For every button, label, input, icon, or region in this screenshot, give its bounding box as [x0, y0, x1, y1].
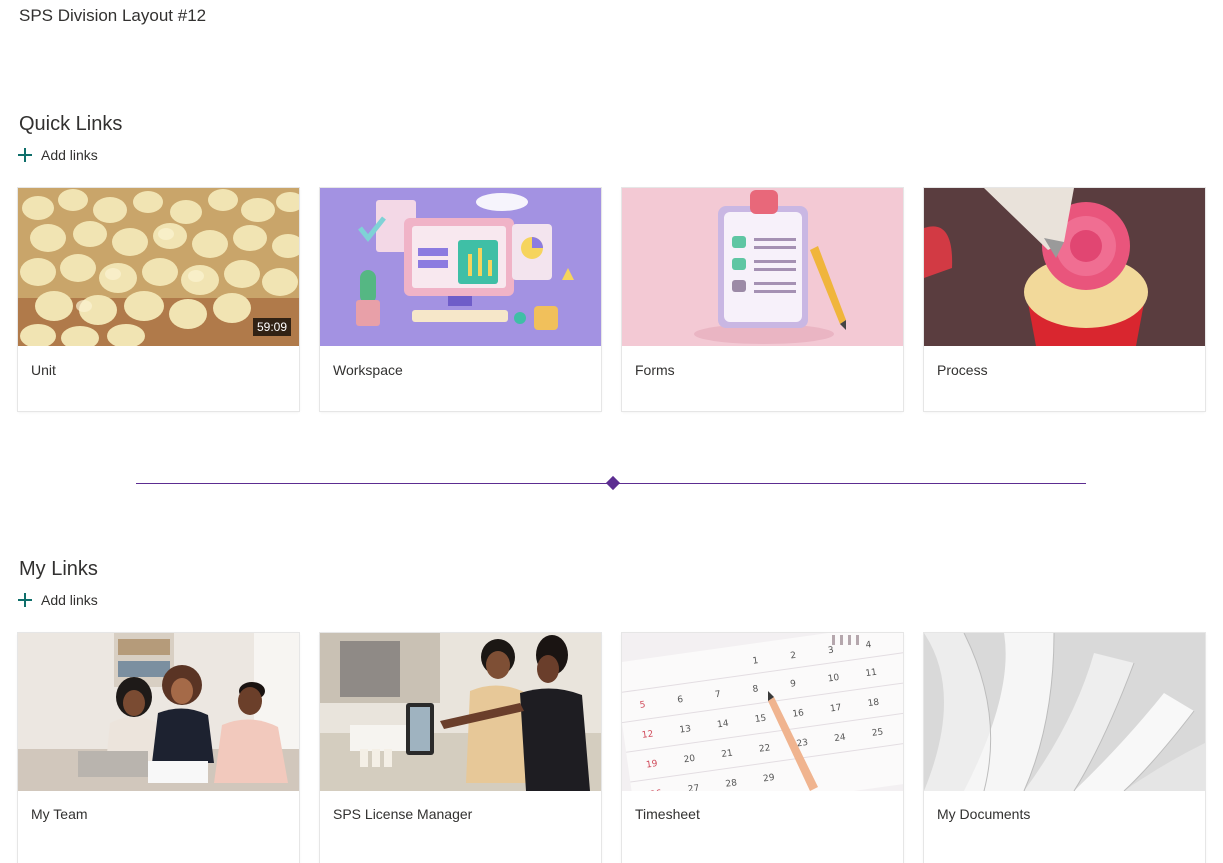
card-title: My Team	[31, 806, 88, 822]
forms-thumbnail	[622, 188, 903, 346]
unit-thumbnail: 59:09	[18, 188, 299, 346]
svg-text:12: 12	[641, 729, 654, 740]
quick-link-card-forms[interactable]: Forms	[622, 188, 903, 411]
divider-diamond-icon	[605, 475, 621, 491]
add-links-label: Add links	[41, 147, 98, 163]
process-thumbnail	[924, 188, 1205, 346]
svg-text:20: 20	[683, 754, 696, 766]
svg-text:19: 19	[646, 759, 659, 771]
svg-text:13: 13	[679, 724, 692, 735]
svg-text:22: 22	[758, 743, 771, 754]
my-link-card-timesheet[interactable]: 5 6 7 8 9 10 11 12 13 14 15 16 17 18 19 20 21 22 23 24 25 …	[622, 633, 903, 863]
workspace-thumbnail	[320, 188, 601, 346]
my-link-card-my-documents[interactable]: My Documents	[924, 633, 1205, 863]
plus-icon	[17, 592, 33, 608]
card-title: Workspace	[333, 362, 403, 378]
card-title: My Documents	[937, 806, 1031, 822]
svg-text:18: 18	[867, 698, 880, 710]
card-title: Unit	[31, 362, 56, 378]
svg-text:15: 15	[754, 714, 767, 725]
quick-links-add-button[interactable]: Add links	[17, 147, 98, 163]
my-links-heading: My Links	[19, 558, 98, 580]
quick-link-card-unit[interactable]: 59:09 Unit	[18, 188, 299, 411]
sps-license-manager-thumbnail	[320, 633, 601, 791]
svg-text:14: 14	[717, 719, 730, 731]
card-title: Timesheet	[635, 806, 700, 822]
card-title: Process	[937, 362, 988, 378]
my-team-thumbnail	[18, 633, 299, 791]
svg-text:29: 29	[763, 773, 776, 785]
card-title: SPS License Manager	[333, 806, 473, 822]
my-links-add-button[interactable]: Add links	[17, 592, 98, 608]
my-link-card-sps-license-manager[interactable]: SPS License Manager	[320, 633, 601, 863]
svg-text:27: 27	[687, 784, 700, 791]
my-documents-thumbnail	[924, 633, 1205, 791]
quick-links-heading: Quick Links	[19, 113, 123, 135]
svg-text:24: 24	[834, 733, 847, 745]
my-link-card-my-team[interactable]: My Team	[18, 633, 299, 863]
svg-text:25: 25	[871, 727, 884, 738]
timesheet-thumbnail: 5 6 7 8 9 10 11 12 13 14 15 16 17 18 19 20 21 22 23 24 25 …	[622, 633, 903, 791]
video-duration-badge: 59:09	[252, 318, 291, 336]
quick-link-card-workspace[interactable]: Workspace	[320, 188, 601, 411]
plus-icon	[17, 147, 33, 163]
svg-text:11: 11	[865, 668, 878, 679]
svg-text:28: 28	[725, 778, 738, 790]
svg-text:16: 16	[792, 708, 805, 720]
svg-text:17: 17	[829, 703, 842, 714]
page-title: SPS Division Layout #12	[19, 6, 207, 25]
add-links-label: Add links	[41, 592, 98, 608]
quick-link-card-process[interactable]: Process	[924, 188, 1205, 411]
card-title: Forms	[635, 362, 675, 378]
svg-text:10: 10	[827, 673, 840, 685]
svg-text:21: 21	[721, 749, 734, 760]
